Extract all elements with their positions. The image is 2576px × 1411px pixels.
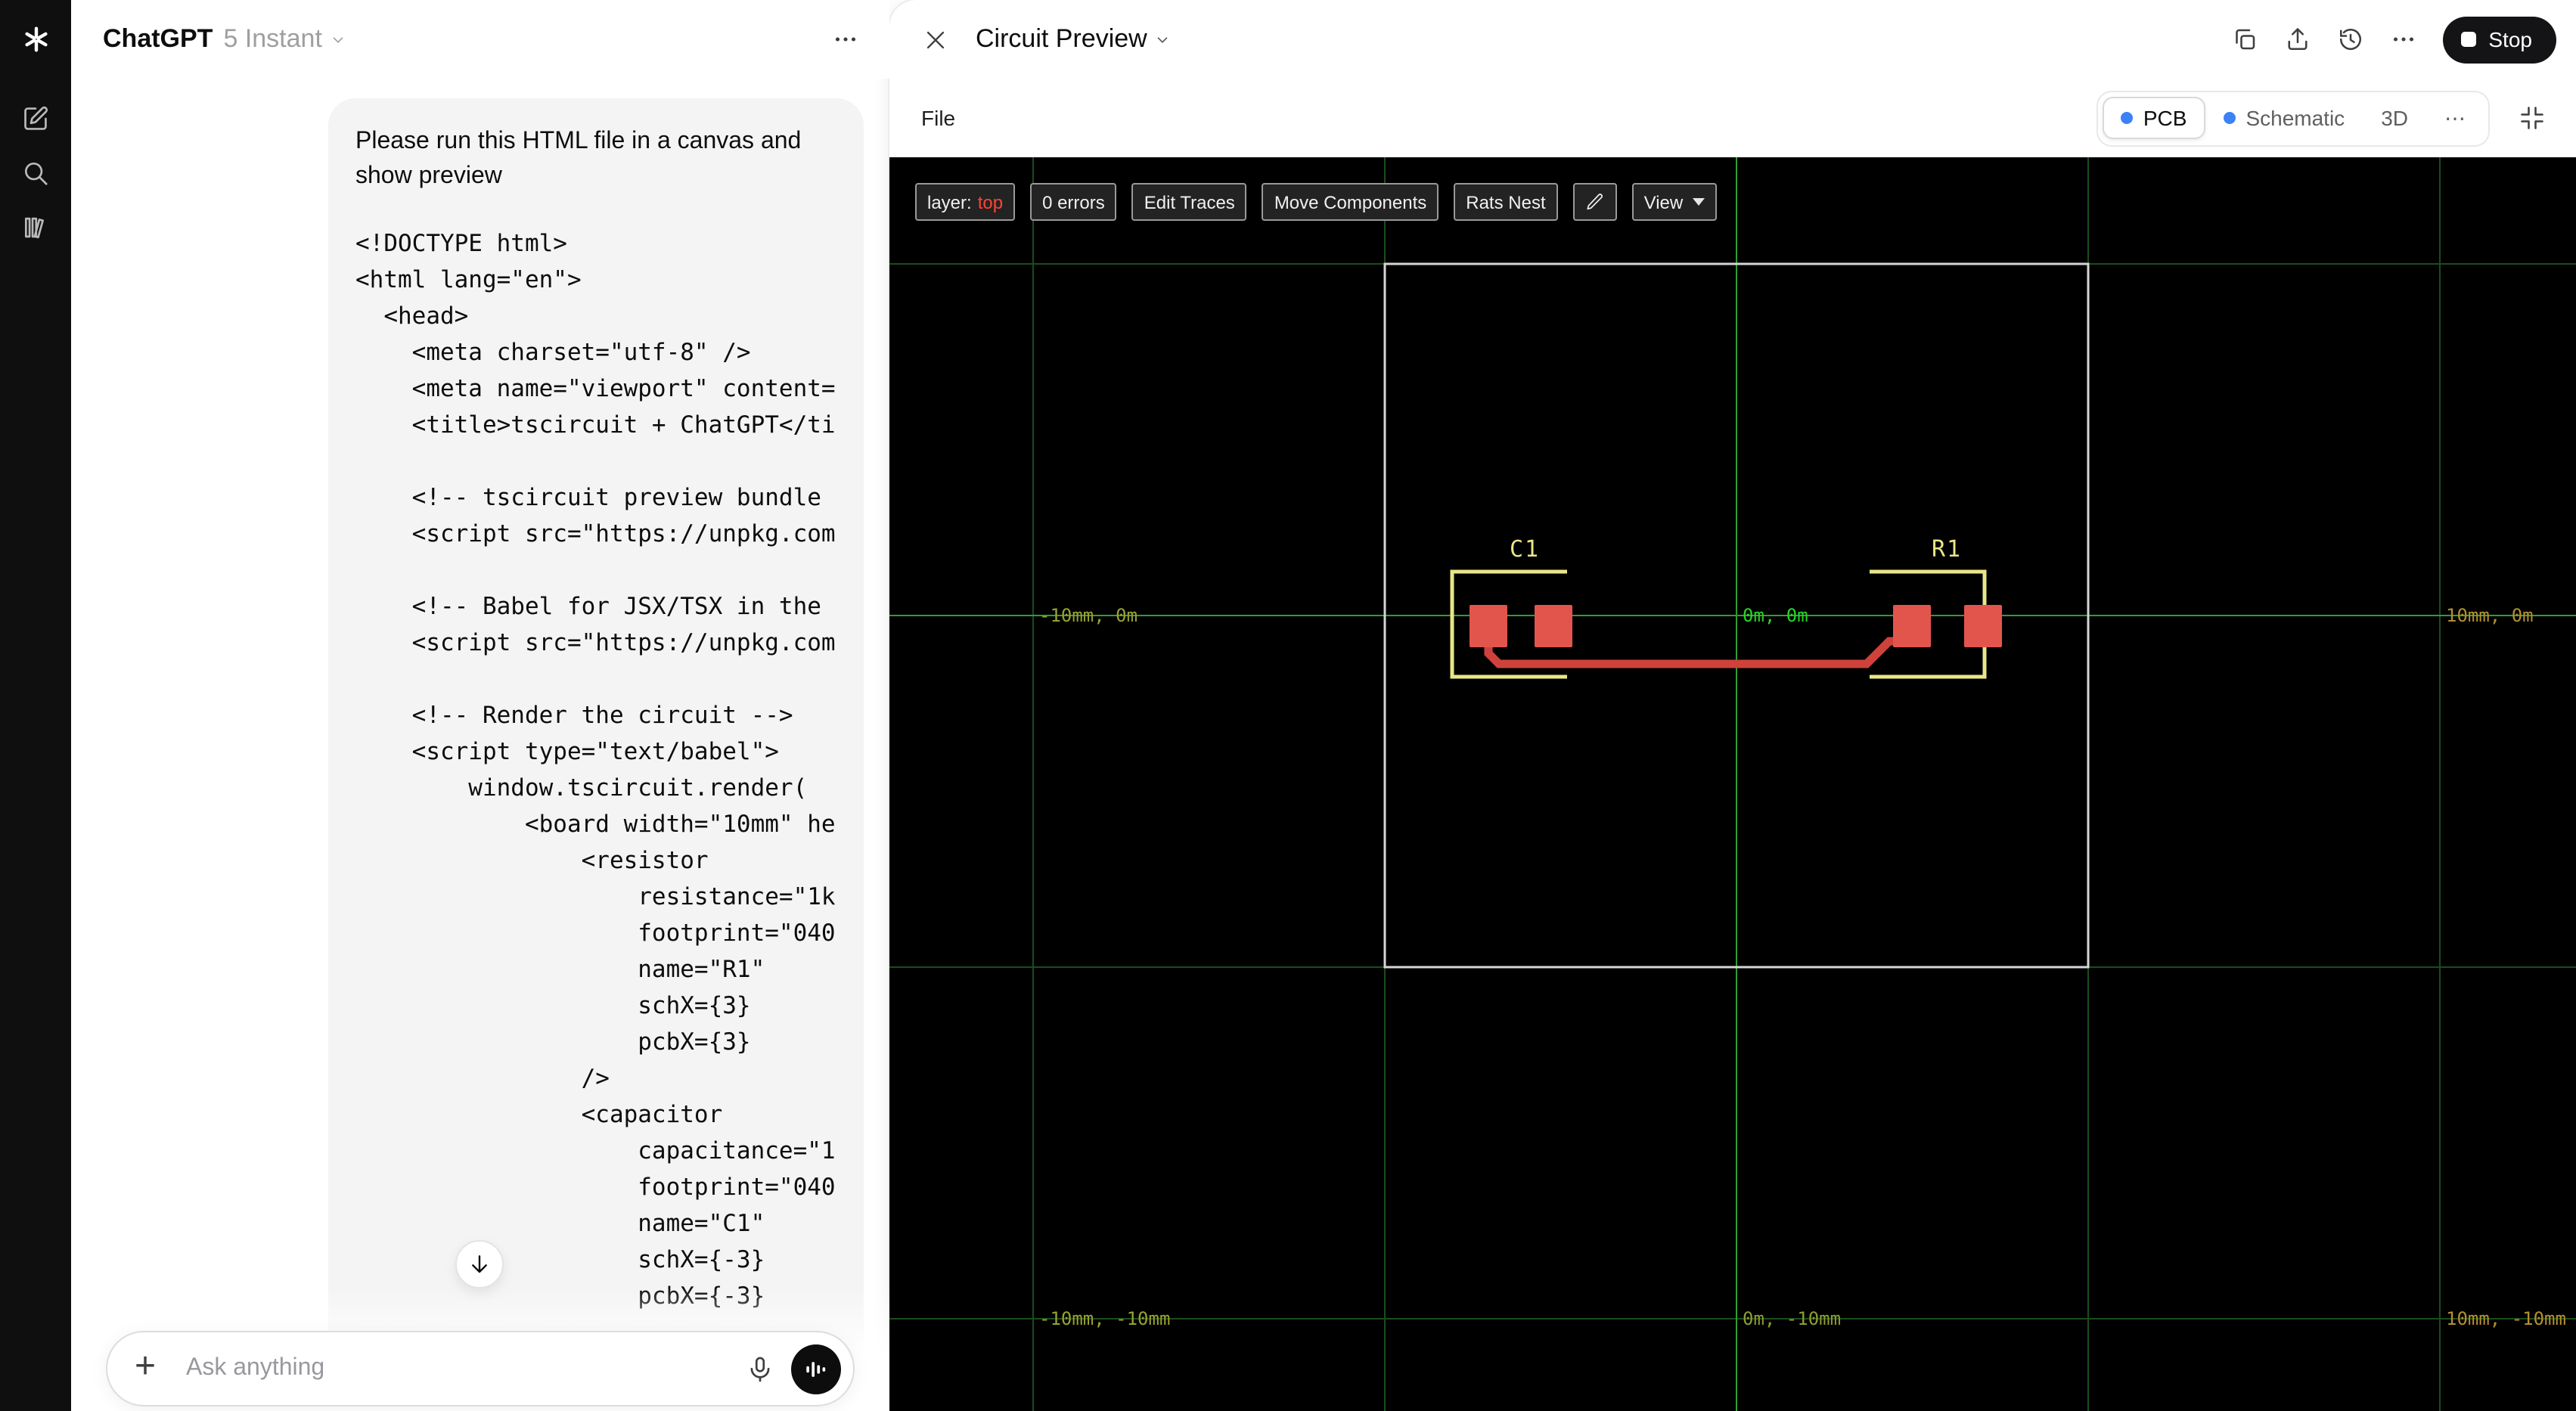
new-chat-icon[interactable] [13, 95, 58, 141]
message-text: Please run this HTML file in a canvas an… [355, 129, 802, 189]
chat-panel: ChatGPT 5 Instant Please run this HTML f… [71, 0, 889, 1411]
grid-label: -10mm, 0m [1039, 605, 1137, 626]
composer-placeholder[interactable]: Ask anything [186, 1355, 324, 1382]
close-icon[interactable] [912, 17, 957, 62]
microphone-icon[interactable] [732, 1341, 787, 1396]
chevron-down-icon[interactable] [1155, 31, 1172, 48]
view-tabs: PCB Schematic 3D ⋯ [2096, 90, 2490, 146]
more-options-icon[interactable] [2381, 17, 2426, 62]
axis-lines [889, 157, 2576, 1411]
canvas-menubar: File PCB Schematic 3D ⋯ [889, 79, 2576, 157]
grid-label: 0m, -10mm [1743, 1308, 1841, 1329]
errors-button[interactable]: 0 errors [1030, 183, 1117, 221]
tab-schematic[interactable]: Schematic [2205, 97, 2363, 139]
model-name[interactable]: 5 Instant [223, 24, 321, 54]
message-list: Please run this HTML file in a canvas an… [71, 79, 889, 1411]
copy-icon[interactable] [2222, 17, 2267, 62]
chat-header: ChatGPT 5 Instant [71, 0, 889, 79]
pcb-toolbar: layer: top 0 errors Edit Traces Move Com… [915, 183, 1717, 221]
chat-title: ChatGPT [103, 24, 213, 53]
stop-icon [2461, 32, 2477, 47]
canvas-header: Circuit Preview Stop [889, 0, 2576, 79]
pcb-canvas[interactable]: layer: top 0 errors Edit Traces Move Com… [889, 157, 2576, 1411]
schematic-dot [2223, 112, 2236, 124]
caret-down-icon [1692, 198, 1705, 206]
layer-value: top [977, 191, 1004, 212]
tab-more-icon[interactable]: ⋯ [2426, 96, 2484, 140]
edit-traces-button[interactable]: Edit Traces [1131, 183, 1247, 221]
pcb-drawing[interactable]: C1 R1 -10mm, 0m 0m, 0m 10mm, 0m -10mm, -… [889, 157, 2576, 1411]
grid-label: 10mm, 0m [2446, 605, 2534, 626]
c1-pad-1[interactable] [1470, 605, 1507, 647]
grid-label: 10mm, -10mm [2446, 1308, 2566, 1329]
collapse-fullscreen-icon[interactable] [2508, 94, 2556, 142]
c1-pad-2[interactable] [1535, 605, 1572, 647]
scroll-to-bottom-button[interactable] [455, 1240, 504, 1289]
r1-label[interactable]: R1 [1932, 536, 1962, 563]
chevron-down-icon[interactable] [330, 31, 346, 48]
r1-pad-2[interactable] [1964, 605, 2002, 647]
user-message-bubble: Please run this HTML file in a canvas an… [328, 98, 864, 1411]
history-icon[interactable] [2328, 17, 2373, 62]
canvas-title: Circuit Preview [976, 24, 1147, 53]
tab-pcb[interactable]: PCB [2102, 97, 2205, 139]
message-code-block: <!DOCTYPE html> <html lang="en"> <head> … [355, 230, 836, 1310]
view-dropdown[interactable]: View [1631, 183, 1717, 221]
attach-plus-icon[interactable]: + [116, 1340, 174, 1397]
c1-label[interactable]: C1 [1510, 536, 1540, 563]
stop-button[interactable]: Stop [2443, 16, 2556, 63]
file-menu[interactable]: File [921, 106, 955, 130]
openai-logo-icon[interactable] [13, 17, 58, 62]
search-icon[interactable] [13, 150, 58, 195]
pencil-icon[interactable] [1572, 183, 1617, 221]
voice-mode-icon[interactable] [791, 1344, 841, 1394]
grid-label-origin: 0m, 0m [1743, 605, 1808, 626]
rats-nest-button[interactable]: Rats Nest [1454, 183, 1558, 221]
composer: + Ask anything [106, 1331, 855, 1406]
grid-lines [889, 157, 2576, 1411]
sidebar-rail [0, 0, 71, 1411]
app-window: ChatGPT 5 Instant Please run this HTML f… [0, 0, 2576, 1411]
library-icon[interactable] [13, 204, 58, 250]
r1-pad-1[interactable] [1893, 605, 1931, 647]
canvas-panel: Circuit Preview Stop File PCB Schematic … [889, 0, 2576, 1411]
layer-button[interactable]: layer: top [915, 183, 1016, 221]
grid-label: -10mm, -10mm [1039, 1308, 1170, 1329]
pcb-dot [2120, 112, 2133, 124]
share-upload-icon[interactable] [2275, 17, 2320, 62]
tab-3d[interactable]: 3D [2363, 97, 2426, 139]
chat-options-icon[interactable] [823, 17, 868, 62]
move-components-button[interactable]: Move Components [1262, 183, 1439, 221]
